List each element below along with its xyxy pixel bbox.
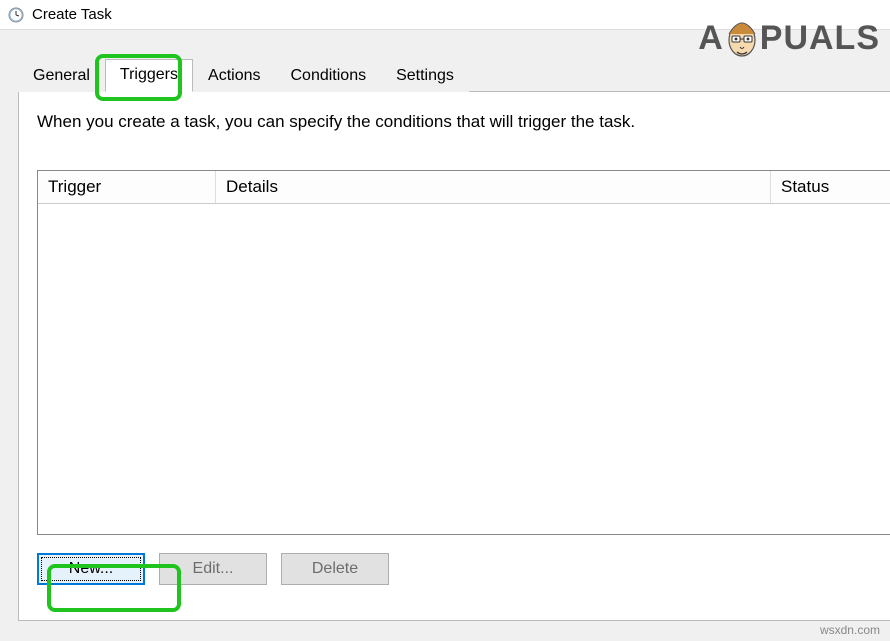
new-button[interactable]: New...: [37, 553, 145, 585]
tab-settings[interactable]: Settings: [381, 60, 469, 92]
buttons-row: New... Edit... Delete: [37, 553, 873, 585]
watermark-suffix: PUALS: [760, 19, 880, 58]
column-header-status[interactable]: Status: [771, 171, 890, 203]
delete-button: Delete: [281, 553, 389, 585]
content-area: General Triggers Actions Conditions Sett…: [0, 30, 890, 641]
column-header-details[interactable]: Details: [216, 171, 771, 203]
panel-description: When you create a task, you can specify …: [37, 112, 873, 132]
column-header-trigger[interactable]: Trigger: [38, 171, 216, 203]
table-header: Trigger Details Status: [38, 171, 890, 204]
tab-actions[interactable]: Actions: [193, 60, 275, 92]
window-title: Create Task: [32, 6, 112, 23]
edit-button: Edit...: [159, 553, 267, 585]
watermark-logo: A PUALS: [698, 16, 880, 60]
triggers-table[interactable]: Trigger Details Status: [37, 170, 890, 535]
clock-icon: [8, 7, 24, 23]
mascot-icon: [725, 16, 759, 60]
footer-source: wsxdn.com: [820, 623, 880, 637]
watermark-prefix: A: [698, 19, 724, 58]
tab-panel-triggers: When you create a task, you can specify …: [18, 91, 890, 621]
tab-strip: General Triggers Actions Conditions Sett…: [18, 58, 890, 91]
tab-conditions[interactable]: Conditions: [275, 60, 381, 92]
tab-triggers[interactable]: Triggers: [105, 59, 193, 92]
tab-general[interactable]: General: [18, 60, 105, 92]
